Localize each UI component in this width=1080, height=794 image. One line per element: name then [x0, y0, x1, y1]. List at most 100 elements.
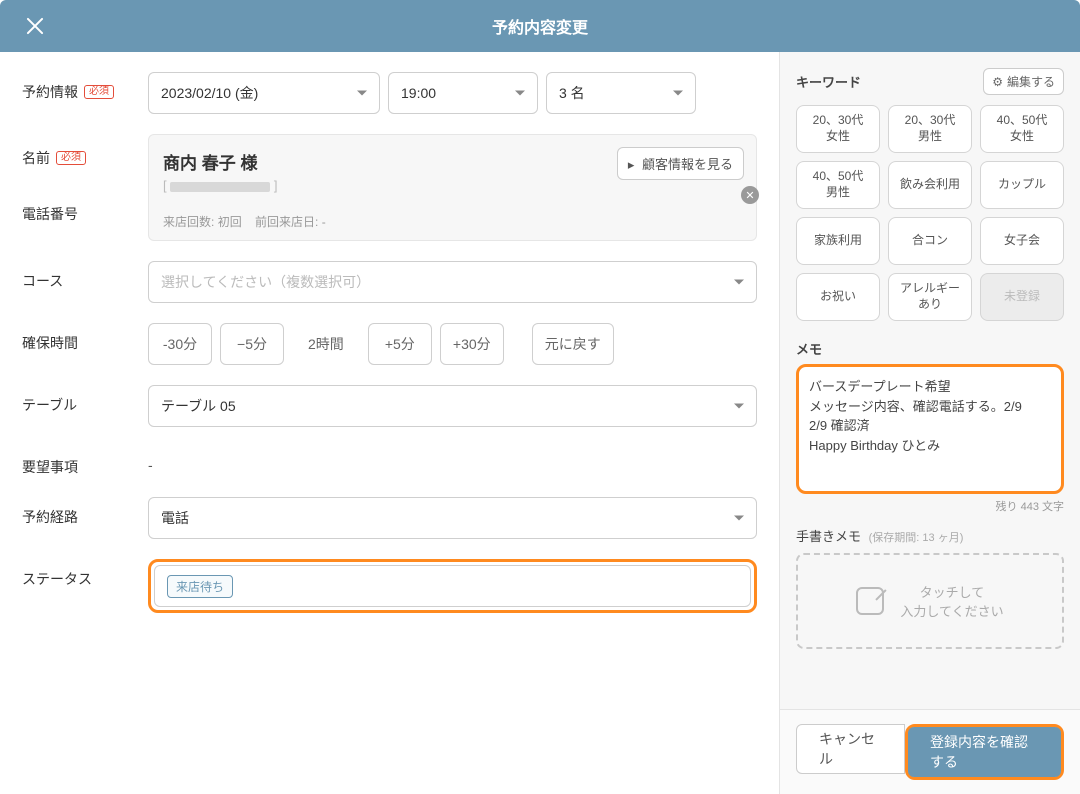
modal-header: 予約内容変更	[0, 0, 1080, 52]
customer-labels: 名前 必須 電話番号	[22, 134, 148, 224]
name-label: 名前	[22, 148, 50, 168]
customer-detail-button-label: 顧客情報を見る	[642, 157, 733, 172]
keyword-title: キーワード	[796, 72, 861, 91]
duration-minus5-button[interactable]: −5分	[220, 323, 284, 365]
route-select[interactable]: 電話	[148, 497, 757, 539]
chevron-down-icon	[734, 516, 744, 521]
customer-kana: [ ]	[163, 178, 742, 193]
duration-plus30-button[interactable]: +30分	[440, 323, 504, 365]
keyword-edit-label: 編集する	[1007, 73, 1055, 90]
submit-button[interactable]: 登録内容を確認する	[908, 727, 1061, 777]
last-visit-label: 前回来店日:	[255, 215, 318, 229]
customer-row: 名前 必須 電話番号 商内 春子 様 [ ] 来店回数: 初回 前回来店日:	[22, 134, 757, 241]
guests-value: 3 名	[559, 83, 585, 103]
chevron-right-icon: ▸	[628, 157, 635, 172]
requests-value: -	[148, 447, 757, 473]
route-row: 予約経路 電話	[22, 497, 757, 539]
date-select[interactable]: 2023/02/10 (金)	[148, 72, 380, 114]
chevron-down-icon	[515, 91, 525, 96]
close-icon[interactable]	[24, 15, 46, 37]
status-row: ステータス 来店待ち	[22, 559, 757, 613]
reservation-info-row: 予約情報 必須 2023/02/10 (金) 19:00 3 名	[22, 72, 757, 114]
keyword-header: キーワード ⚙ 編集する	[796, 68, 1064, 95]
route-label: 予約経路	[22, 497, 148, 527]
phone-label: 電話番号	[22, 206, 78, 222]
required-badge: 必須	[84, 85, 114, 99]
right-panel: キーワード ⚙ 編集する 20、30代 女性20、30代 男性40、50代 女性…	[780, 52, 1080, 794]
keyword-chip[interactable]: アレルギー あり	[888, 273, 972, 321]
status-label: ステータス	[22, 559, 148, 589]
keyword-chip[interactable]: 女子会	[980, 217, 1064, 265]
left-panel: 予約情報 必須 2023/02/10 (金) 19:00 3 名	[0, 52, 780, 794]
time-value: 19:00	[401, 85, 436, 101]
reservation-info-label-text: 予約情報	[22, 82, 78, 102]
keyword-chip[interactable]: 20、30代 男性	[888, 105, 972, 153]
customer-detail-button[interactable]: ▸ 顧客情報を見る	[617, 147, 744, 180]
duration-plus5-button[interactable]: +5分	[368, 323, 432, 365]
status-highlight: 来店待ち	[148, 559, 757, 613]
duration-label: 確保時間	[22, 323, 148, 353]
required-badge: 必須	[56, 151, 86, 165]
course-placeholder: 選択してください（複数選択可）	[161, 272, 370, 292]
gear-icon: ⚙	[992, 75, 1003, 89]
memo-counter: 残り 443 文字	[796, 498, 1064, 514]
last-visit-value: -	[322, 215, 326, 229]
table-value: テーブル 05	[161, 396, 236, 416]
visit-count-value: 初回	[218, 215, 242, 229]
date-value: 2023/02/10 (金)	[161, 83, 258, 103]
cancel-button[interactable]: キャンセル	[796, 724, 905, 774]
keyword-chip[interactable]: 40、50代 男性	[796, 161, 880, 209]
keyword-grid: 20、30代 女性20、30代 男性40、50代 女性 40、50代 男性飲み会利…	[796, 105, 1064, 321]
keyword-chip[interactable]: 40、50代 女性	[980, 105, 1064, 153]
handmemo-label: 手書きメモ (保存期間: 13 ヶ月)	[796, 526, 1064, 545]
footer: キャンセル 登録内容を確認する	[780, 709, 1080, 794]
memo-title: メモ	[796, 339, 1064, 358]
course-select[interactable]: 選択してください（複数選択可）	[148, 261, 757, 303]
reservation-info-label: 予約情報 必須	[22, 72, 148, 102]
keyword-chip[interactable]: お祝い	[796, 273, 880, 321]
table-row: テーブル テーブル 05	[22, 385, 757, 427]
keyword-edit-button[interactable]: ⚙ 編集する	[983, 68, 1064, 95]
time-select[interactable]: 19:00	[388, 72, 538, 114]
pencil-icon	[856, 587, 884, 615]
duration-controls: -30分 −5分 2時間 +5分 +30分 元に戻す	[148, 323, 757, 365]
content-area: 予約情報 必須 2023/02/10 (金) 19:00 3 名	[0, 52, 1080, 794]
reservation-info-fields: 2023/02/10 (金) 19:00 3 名	[148, 72, 757, 114]
duration-base-value: 2時間	[292, 323, 360, 365]
keyword-chip[interactable]: 合コン	[888, 217, 972, 265]
keyword-chip: 未登録	[980, 273, 1064, 321]
duration-minus30-button[interactable]: -30分	[148, 323, 212, 365]
customer-meta: 来店回数: 初回 前回来店日: -	[163, 213, 742, 230]
duration-row: 確保時間 -30分 −5分 2時間 +5分 +30分 元に戻す	[22, 323, 757, 365]
customer-card: 商内 春子 様 [ ] 来店回数: 初回 前回来店日: - ▸ 顧客情報を見る	[148, 134, 757, 241]
handmemo-placeholder: タッチして 入力してください	[900, 582, 1003, 620]
handmemo-retain-text: (保存期間: 13 ヶ月)	[869, 532, 964, 544]
keyword-chip[interactable]: カップル	[980, 161, 1064, 209]
requests-label: 要望事項	[22, 447, 148, 477]
route-value: 電話	[161, 508, 189, 528]
guests-select[interactable]: 3 名	[546, 72, 696, 114]
handmemo-label-text: 手書きメモ	[796, 529, 861, 544]
masked-text	[170, 182, 270, 192]
status-tag: 来店待ち	[167, 575, 233, 598]
clear-customer-button[interactable]: ✕	[741, 186, 759, 204]
table-select[interactable]: テーブル 05	[148, 385, 757, 427]
chevron-down-icon	[357, 91, 367, 96]
keyword-chip[interactable]: 家族利用	[796, 217, 880, 265]
keyword-chip[interactable]: 飲み会利用	[888, 161, 972, 209]
course-row: コース 選択してください（複数選択可）	[22, 261, 757, 303]
keyword-chip[interactable]: 20、30代 女性	[796, 105, 880, 153]
duration-reset-button[interactable]: 元に戻す	[532, 323, 614, 365]
table-label: テーブル	[22, 385, 148, 415]
status-select[interactable]: 来店待ち	[154, 565, 751, 607]
chevron-down-icon	[673, 91, 683, 96]
requests-row: 要望事項 -	[22, 447, 757, 477]
chevron-down-icon	[734, 404, 744, 409]
handmemo-input[interactable]: タッチして 入力してください	[796, 553, 1064, 649]
chevron-down-icon	[734, 280, 744, 285]
visit-count-label: 来店回数:	[163, 215, 214, 229]
memo-textarea[interactable]: バースデープレート希望 メッセージ内容、確認電話する。2/9 2/9 確認済 H…	[796, 364, 1064, 494]
submit-highlight: 登録内容を確認する	[905, 724, 1064, 780]
modal-title: 予約内容変更	[492, 14, 588, 38]
course-label: コース	[22, 261, 148, 291]
